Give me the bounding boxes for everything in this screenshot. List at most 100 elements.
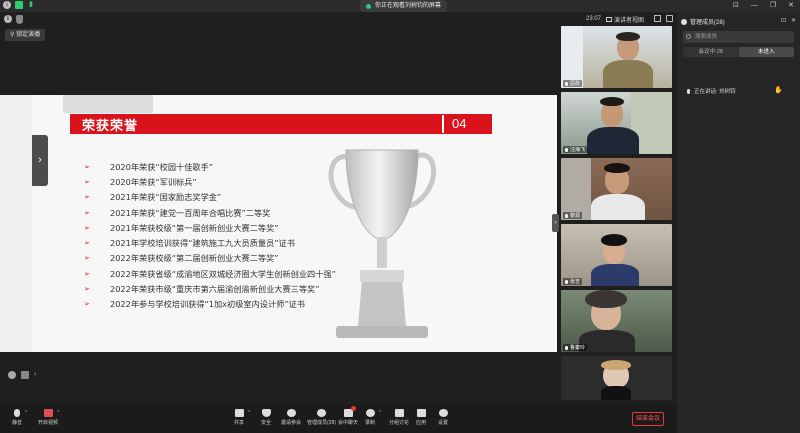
record-label: 录制 [365, 420, 376, 426]
pin-window-icon[interactable]: ⊡ [733, 0, 739, 12]
maximize-icon[interactable]: ❐ [770, 0, 776, 12]
participant-name-tag: 张吉 [563, 278, 583, 285]
apps-label: 应用 [416, 420, 427, 426]
meeting-info-icon[interactable]: i [4, 15, 12, 23]
video-tile[interactable] [561, 356, 672, 400]
member-search-input[interactable]: 搜索成员 [683, 31, 794, 43]
participant-name: 屈政 [570, 81, 581, 87]
popout-icon[interactable] [666, 15, 673, 22]
invite-button[interactable]: 邀请参会 [281, 409, 301, 426]
bullet-arrow-icon: ➢ [84, 178, 90, 186]
bullet-arrow-icon: ➢ [84, 270, 90, 278]
breakout-label: 分组讨论 [389, 420, 410, 426]
emoji-icon[interactable] [8, 371, 16, 379]
members-icon [681, 18, 687, 25]
video-tile[interactable]: 屈政 [561, 26, 672, 88]
signal-icon[interactable]: ▮ [27, 1, 35, 9]
end-meeting-button[interactable]: 结束会议 [632, 412, 664, 426]
shared-screen-slide: 荣获荣誉 04 › ➢ 2020年荣获“校园十佳歌手” ➢ 2020年荣获“军训标兵… [0, 95, 557, 352]
list-item: ➢ 2022年荣获省级“成渝地区双城经济圈大学生创新创业四十强” [84, 266, 336, 281]
share-screen-icon: ^ [234, 409, 251, 417]
bullet-arrow-icon: ➢ [84, 255, 90, 263]
meeting-window: i ▮ 你正在观看刘树钧的屏幕 ⊡ — ❐ ✕ i 23:07 演讲者视图 ⚲ … [0, 0, 800, 433]
tab-in-meeting[interactable]: 会议中·28 [683, 47, 739, 57]
search-icon [686, 34, 691, 39]
honor-text: 2022年参与学校培训获得“1加x初级室内设计师”证书 [110, 299, 305, 310]
list-item: ➢ 2020年荣获“军训标兵” [84, 174, 336, 189]
participants-panel: 管理成员(28) ⊡ ✕ 搜索成员 会议中·28 未进入 正在讲话: 刘树钧 ✋ [677, 12, 800, 433]
slide-gray-block [63, 95, 153, 113]
breakout-button[interactable]: 分组讨论 [389, 409, 409, 426]
slide-band-divider [442, 115, 444, 133]
lock-presentation-button[interactable]: ⚲ 锁定演播 [5, 29, 46, 41]
keyboard-icon[interactable] [21, 371, 29, 379]
start-video-label: 开启视频 [38, 420, 59, 426]
security-button[interactable]: 安全 [261, 409, 271, 426]
screen-share-notice[interactable]: 你正在观看刘树钧的屏幕 [360, 0, 448, 12]
minimize-icon[interactable]: — [751, 0, 758, 12]
chevron-left-icon[interactable]: ‹ [34, 371, 42, 379]
search-placeholder: 搜索成员 [695, 34, 718, 40]
video-tile[interactable]: 鲁秦玲 [561, 290, 672, 352]
honor-text: 2020年荣获“军训标兵” [110, 176, 197, 187]
share-label: 共享 [234, 420, 245, 426]
close-icon[interactable]: ✕ [788, 0, 794, 12]
chevron-up-icon: ^ [57, 410, 60, 416]
chat-button[interactable]: 会中聊天 [338, 406, 358, 426]
apps-button[interactable]: 应用 [416, 409, 426, 426]
video-tile[interactable]: 汪海飞 [561, 92, 672, 154]
honors-list: ➢ 2020年荣获“校园十佳歌手” ➢ 2020年荣获“军训标兵” ➢ 2021年荣获… [84, 159, 336, 312]
bullet-arrow-icon: ➢ [84, 209, 90, 217]
bottom-left-controls: ‹ [8, 371, 42, 379]
fullscreen-icon[interactable] [654, 15, 661, 22]
speaker-view-label: 演讲者视图 [614, 18, 645, 24]
member-tabs: 会议中·28 未进入 [683, 47, 794, 57]
collapse-video-panel-handle[interactable]: › [552, 214, 559, 232]
mic-icon [565, 147, 568, 152]
slide-left-decoration [0, 95, 32, 352]
slide-title: 荣获荣誉 [82, 119, 139, 134]
participant-name-tag: 汪海飞 [563, 146, 588, 153]
panel-controls: ⊡ ✕ [781, 17, 796, 24]
security-shield-icon[interactable] [16, 15, 23, 24]
add-user-icon [286, 409, 296, 417]
mic-icon [565, 213, 568, 218]
previous-slide-button[interactable]: › [32, 135, 48, 186]
participant-name-tag: 黎源 [563, 212, 583, 219]
honor-text: 2022年荣获市级“重庆市第六届渝创渝新创业大赛三等奖” [110, 284, 320, 295]
honor-text: 2021年荣获校级“第一届创新创业大赛二等奖” [110, 222, 279, 233]
info-icon[interactable]: i [3, 1, 11, 9]
participant-name: 张吉 [570, 279, 581, 285]
participant-name-tag: 屈政 [563, 80, 583, 87]
speaker-view-toggle[interactable]: 演讲者视图 [606, 15, 644, 24]
shield-icon[interactable] [15, 1, 23, 9]
manage-members-button[interactable]: 管理成员(28) [307, 409, 336, 426]
mute-button[interactable]: ^ 静音 [12, 409, 27, 426]
record-icon: ^ [365, 409, 382, 417]
video-tile[interactable]: 张吉 [561, 224, 672, 286]
mic-icon [565, 279, 568, 284]
breakout-rooms-icon [394, 409, 404, 417]
video-tile[interactable]: 黎源 [561, 158, 672, 220]
settings-button[interactable]: 设置 [438, 409, 448, 426]
close-panel-icon[interactable]: ✕ [791, 17, 796, 24]
meeting-toolbar: ^ 静音 ^ 开启视频 ^ 共享 安全 邀请参会 管理成员(28) 会中聊天 ^ [0, 405, 677, 433]
raise-hand-icon[interactable]: ✋ [774, 86, 783, 94]
popout-panel-icon[interactable]: ⊡ [781, 17, 786, 24]
bullet-arrow-icon: ➢ [84, 163, 90, 171]
tab-not-joined[interactable]: 未进入 [738, 47, 794, 57]
list-item: ➢ 2022年参与学校培训获得“1加x初级室内设计师”证书 [84, 297, 336, 312]
gear-icon [438, 409, 448, 417]
members-icon [316, 409, 326, 417]
speaking-indicator: 正在讲话: 刘树钧 [687, 87, 736, 95]
security-label: 安全 [261, 420, 272, 426]
bullet-arrow-icon: ➢ [84, 301, 90, 309]
share-button[interactable]: ^ 共享 [234, 409, 251, 426]
start-video-button[interactable]: ^ 开启视频 [38, 409, 60, 426]
honor-text: 2021年学校培训获得“建筑施工九大员质量员”证书 [110, 238, 295, 249]
record-button[interactable]: ^ 录制 [365, 409, 382, 426]
video-column: 屈政 汪海飞 黎源 张吉 鲁秦玲 [561, 26, 674, 404]
list-item: ➢ 2021年学校培训获得“建筑施工九大员质量员”证书 [84, 235, 336, 250]
bullet-arrow-icon: ➢ [84, 240, 90, 248]
meeting-timer: 23:07 [586, 16, 602, 22]
